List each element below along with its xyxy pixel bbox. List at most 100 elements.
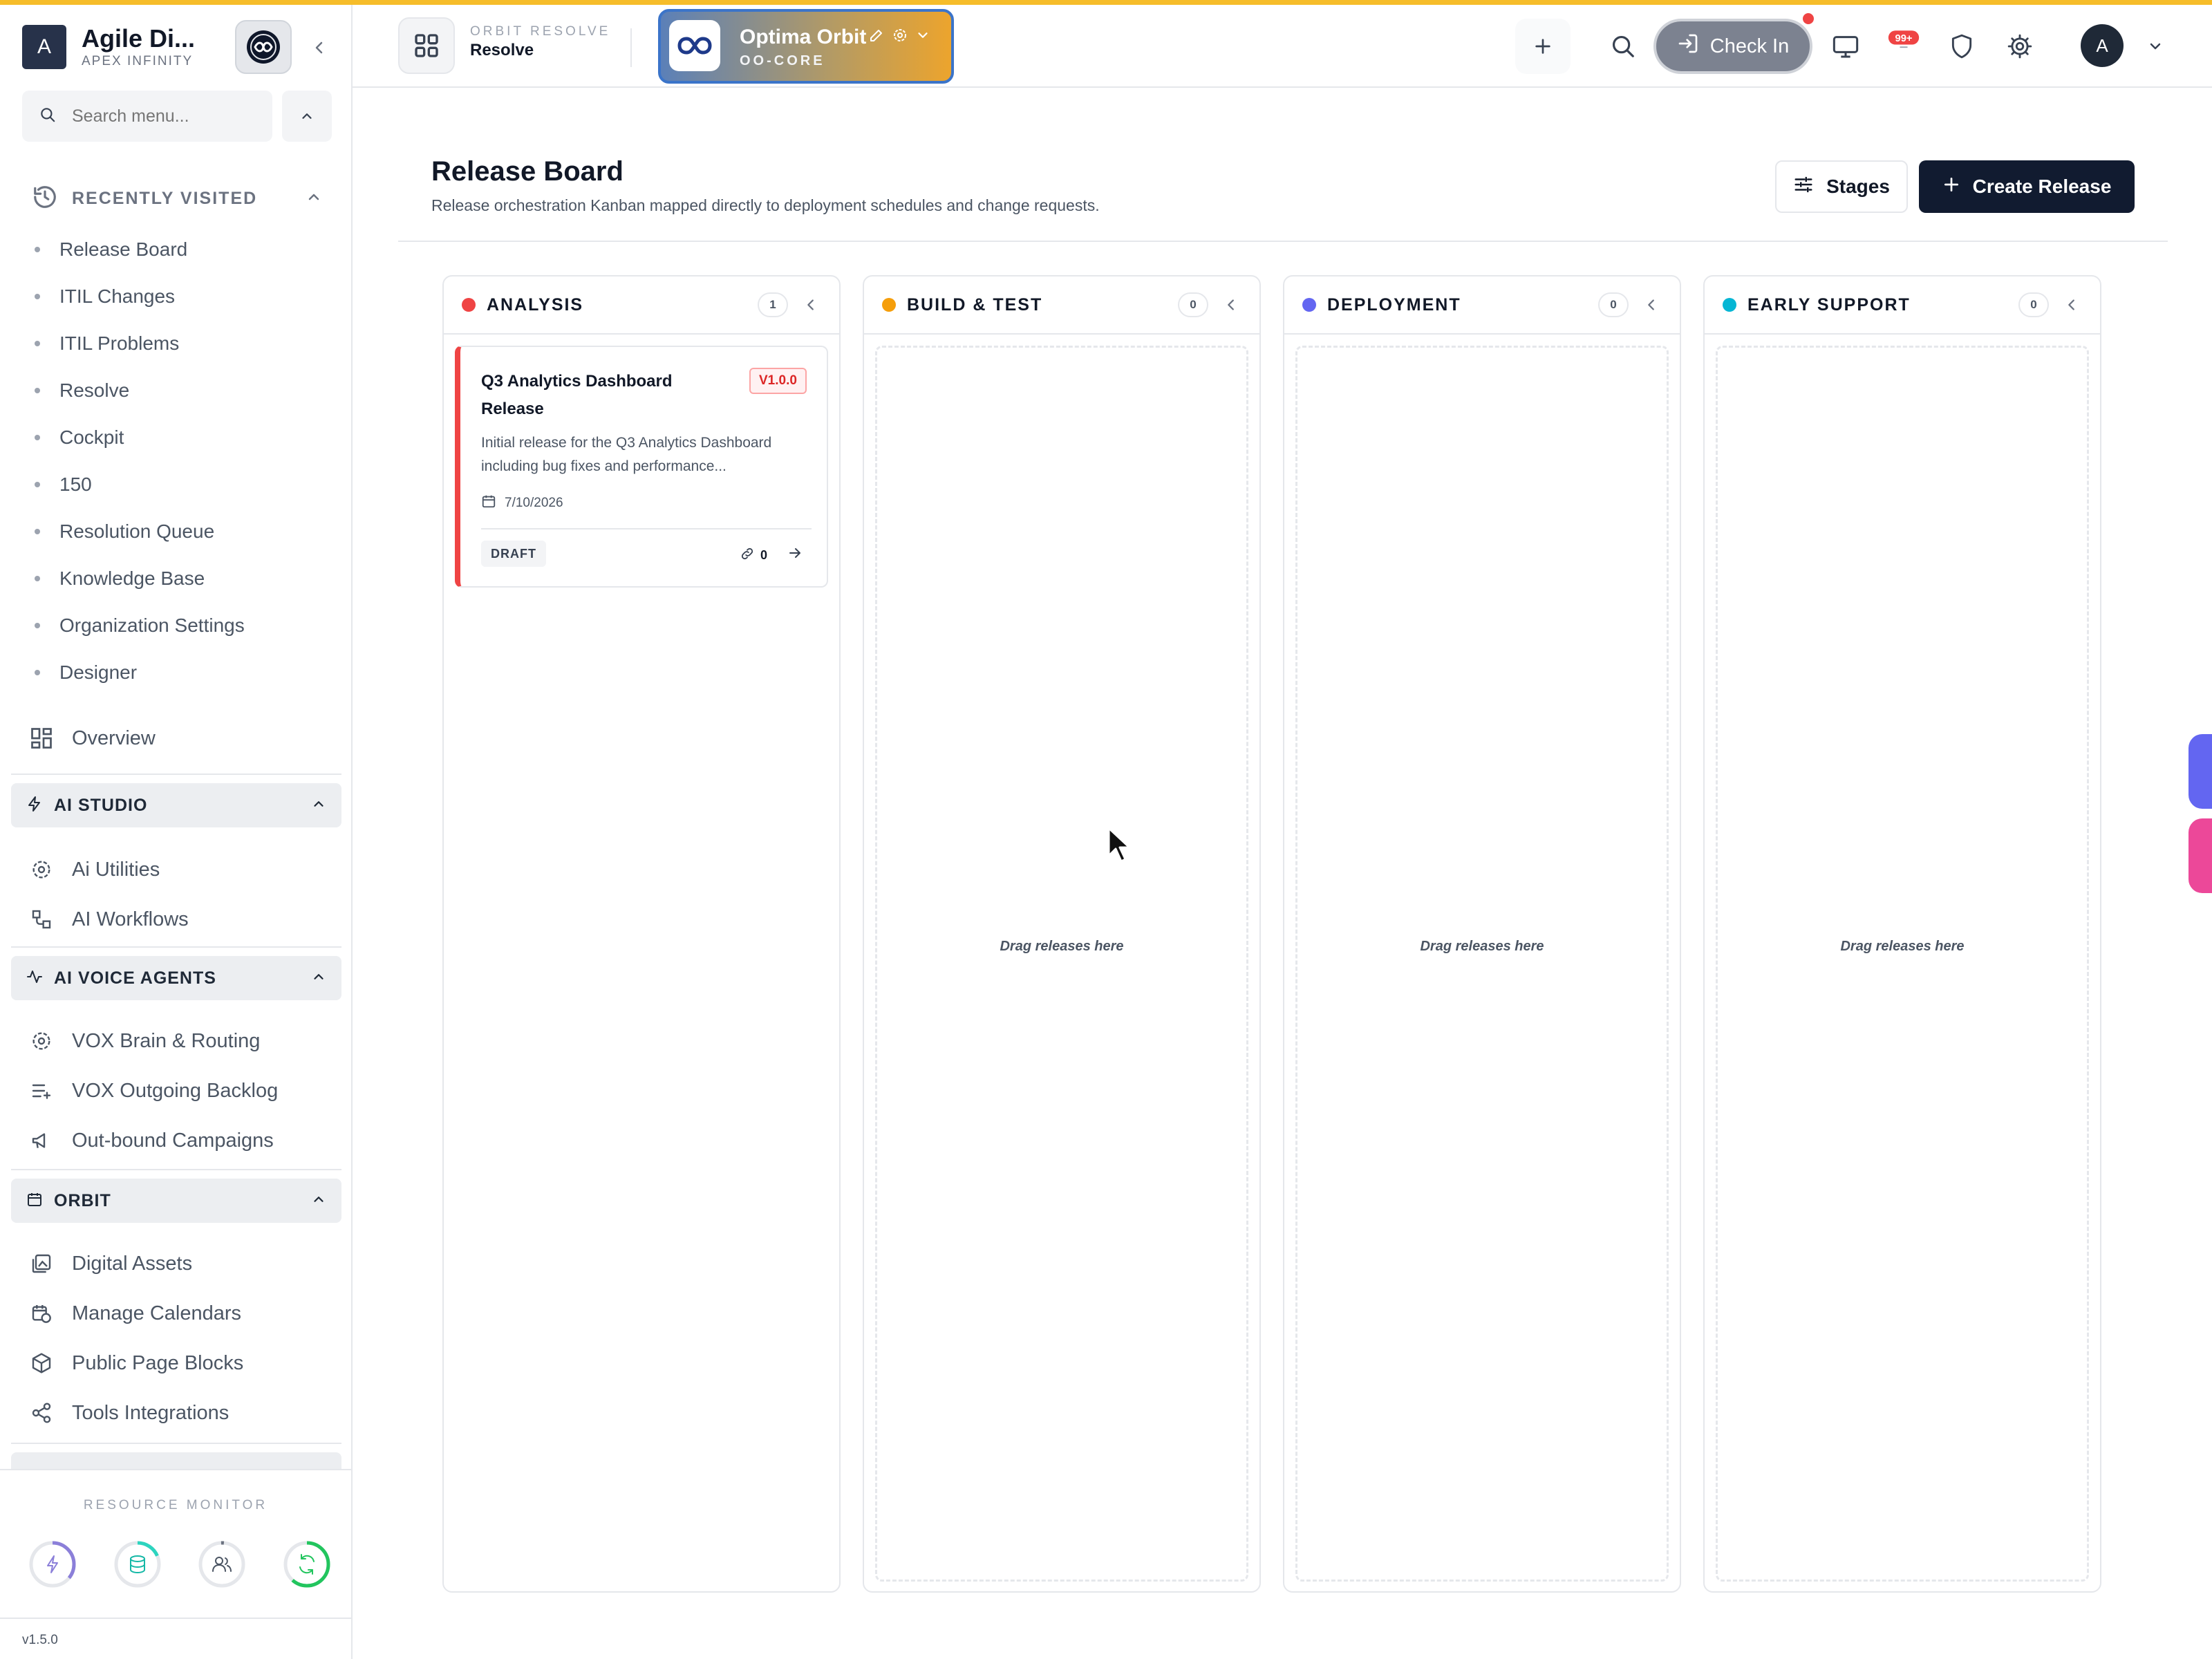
floating-feedback-tab[interactable] <box>2188 818 2212 893</box>
settings-gear-icon[interactable] <box>2003 30 2036 63</box>
section-orbit-header[interactable]: ORBIT <box>11 1179 341 1223</box>
brand-title: Agile Di... <box>82 24 196 53</box>
database-gauge-icon[interactable] <box>113 1539 162 1589</box>
recently-visited-header[interactable]: RECENTLY VISITED <box>32 179 322 218</box>
drop-zone[interactable]: Drag releases here <box>1716 346 2089 1582</box>
recent-item-organization-settings[interactable]: Organization Settings <box>35 602 325 649</box>
workspace-infinity-icon <box>669 20 720 71</box>
section-ai-studio-header[interactable]: AI STUDIO <box>11 783 341 827</box>
drop-zone[interactable]: Drag releases here <box>1295 346 1669 1582</box>
recently-visited-label: RECENTLY VISITED <box>72 188 258 208</box>
user-menu-chevron-down-icon[interactable] <box>2139 30 2172 63</box>
megaphone-icon <box>28 1127 55 1154</box>
user-avatar[interactable]: A <box>2081 24 2124 67</box>
nav-item-manage-calendars[interactable]: Manage Calendars <box>28 1289 332 1338</box>
nav-item-outbound-campaigns[interactable]: Out-bound Campaigns <box>28 1116 332 1165</box>
nav-item-overview[interactable]: Overview <box>28 714 332 762</box>
chevron-up-icon <box>311 969 326 988</box>
workspace-switcher[interactable]: Optima Orbit OO-CORE <box>658 9 954 84</box>
check-in-button[interactable]: Check In <box>1653 19 1812 74</box>
recent-item-resolve[interactable]: Resolve <box>35 367 325 414</box>
column-name: BUILD & TEST <box>907 294 1043 315</box>
plus-icon <box>1942 176 1960 198</box>
release-card[interactable]: Q3 Analytics Dashboard Release V1.0.0 In… <box>455 346 828 588</box>
add-new-plus-icon[interactable] <box>1515 19 1571 74</box>
collapse-column-chevron-left-icon[interactable] <box>1641 297 1662 312</box>
floating-assistant-tab[interactable] <box>2188 734 2212 809</box>
column-name: ANALYSIS <box>487 294 584 315</box>
stages-button[interactable]: Stages <box>1775 160 1908 213</box>
section-ai-voice-agents-header[interactable]: AI VOICE AGENTS <box>11 956 341 1000</box>
brand-badge: A <box>22 25 66 69</box>
chevron-up-icon <box>306 189 322 209</box>
stage-color-dot <box>1302 298 1316 312</box>
recent-item-release-board[interactable]: Release Board <box>35 226 325 273</box>
monitor-icon[interactable] <box>1829 30 1862 63</box>
nav-label: Overview <box>72 727 156 749</box>
collapse-column-chevron-left-icon[interactable] <box>800 297 821 312</box>
sync-gauge-icon[interactable] <box>282 1539 332 1589</box>
nav-item-tools-integrations[interactable]: Tools Integrations <box>28 1389 332 1437</box>
notification-dot <box>1803 13 1814 24</box>
notifications-icon[interactable]: 99+ <box>1887 24 1920 57</box>
release-date: 7/10/2026 <box>481 494 563 513</box>
collapse-column-chevron-left-icon[interactable] <box>1221 297 1241 312</box>
nav-item-ai-utilities[interactable]: Ai Utilities <box>28 845 332 894</box>
top-header: ORBIT RESOLVE Resolve Optima Orbit OO-CO… <box>353 5 2212 88</box>
sidebar: A Agile Di... APEX INFINITY RECENTLY VIS… <box>0 5 353 1659</box>
column-count: 0 <box>1598 292 1629 317</box>
activity-icon <box>26 968 43 988</box>
kanban-column-build-test: BUILD & TEST 0 Drag releases here <box>863 275 1261 1593</box>
dashboard-icon <box>28 724 55 752</box>
share-icon <box>28 1399 55 1427</box>
recent-item-designer[interactable]: Designer <box>35 649 325 696</box>
top-accent-bar <box>0 0 2212 5</box>
collapse-column-chevron-left-icon[interactable] <box>2061 297 2082 312</box>
edit-icon[interactable] <box>868 27 885 47</box>
column-count: 0 <box>2018 292 2049 317</box>
nav-item-vox-brain-routing[interactable]: VOX Brain & Routing <box>28 1017 332 1065</box>
app-grid-icon[interactable] <box>398 17 455 74</box>
search-menu-box <box>22 91 272 142</box>
chevron-down-icon[interactable] <box>915 28 930 46</box>
shield-icon[interactable] <box>1945 30 1978 63</box>
recently-visited-list: Release Board ITIL Changes ITIL Problems… <box>35 226 325 696</box>
gear-icon[interactable] <box>892 27 908 47</box>
nav-item-ai-workflows[interactable]: AI Workflows <box>28 895 332 944</box>
recent-item-itil-changes[interactable]: ITIL Changes <box>35 273 325 320</box>
nav-item-vox-outgoing-backlog[interactable]: VOX Outgoing Backlog <box>28 1067 332 1115</box>
nav-item-public-page-blocks[interactable]: Public Page Blocks <box>28 1339 332 1387</box>
drop-zone-text: Drag releases here <box>1000 938 1124 954</box>
create-release-button[interactable]: Create Release <box>1919 160 2135 213</box>
recent-item-knowledge-base[interactable]: Knowledge Base <box>35 555 325 602</box>
recent-item-itil-problems[interactable]: ITIL Problems <box>35 320 325 367</box>
status-badge: DRAFT <box>481 541 546 567</box>
column-header: EARLY SUPPORT 0 <box>1705 276 2100 335</box>
kanban-column-deployment: DEPLOYMENT 0 Drag releases here <box>1283 275 1681 1593</box>
app-name[interactable]: Resolve <box>470 41 534 60</box>
app-version: v1.5.0 <box>0 1618 351 1659</box>
linked-items[interactable]: 0 <box>740 546 767 565</box>
collapse-all-chevron-up-icon[interactable] <box>282 91 332 142</box>
drop-zone[interactable]: Drag releases here <box>875 346 1248 1582</box>
recent-item-resolution-queue[interactable]: Resolution Queue <box>35 508 325 555</box>
calendar-icon <box>26 1191 43 1211</box>
workspace-code: OO-CORE <box>740 53 825 68</box>
collapse-sidebar-chevron-left-icon[interactable] <box>304 32 335 63</box>
cpu-gauge-zap-icon[interactable] <box>28 1539 77 1589</box>
global-search-icon[interactable] <box>1606 30 1640 63</box>
open-release-arrow-right-icon[interactable] <box>787 545 803 565</box>
notifications-badge: 99+ <box>1895 33 1912 44</box>
chevron-up-icon <box>311 796 326 815</box>
calendar-icon <box>481 494 496 513</box>
users-gauge-icon[interactable] <box>197 1539 247 1589</box>
recent-item-150[interactable]: 150 <box>35 461 325 508</box>
recent-item-cockpit[interactable]: Cockpit <box>35 414 325 461</box>
search-icon <box>39 106 57 127</box>
chevron-up-icon <box>311 1192 326 1210</box>
nav-item-digital-assets[interactable]: Digital Assets <box>28 1239 332 1288</box>
orbit-logo-icon[interactable] <box>235 20 292 74</box>
brand[interactable]: A Agile Di... APEX INFINITY <box>22 23 195 71</box>
search-menu-input[interactable] <box>72 106 252 126</box>
stage-color-dot <box>1723 298 1736 312</box>
